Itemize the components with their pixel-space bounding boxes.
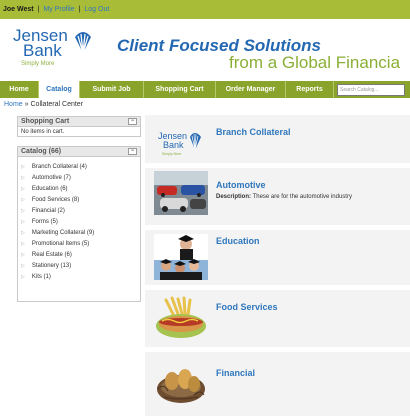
catalog-item-label: Real Estate (6) [31,251,72,258]
site-header: Jensen Bank Simply More Client Focused S… [0,19,410,79]
nest-eggs-photo-thumb[interactable] [154,359,208,405]
chevron-right-icon: ▷ [21,163,25,170]
catalog-title: Catalog (66) [21,148,62,155]
svg-text:Bank: Bank [163,140,184,150]
catalog-item-label: Forms (5) [31,218,58,225]
catalog-item-forms[interactable]: ▷ Forms (5) [18,216,140,227]
category-row-food-services[interactable]: Food Services [145,290,410,347]
chevron-right-icon: ▷ [21,262,25,269]
shopping-cart-header: Shopping Cart − [17,116,141,127]
chevron-right-icon: ▷ [21,196,25,203]
tab-order-manager[interactable]: Order Manager [216,81,286,98]
chevron-right-icon: ▷ [21,273,25,280]
description-text: These are for the automotive industry [252,194,352,200]
collapse-cart-button[interactable]: − [128,118,137,125]
catalog-item-real-estate[interactable]: ▷ Real Estate (6) [18,249,140,260]
breadcrumb: Home » Collateral Center [4,101,83,108]
breadcrumb-home-link[interactable]: Home [4,101,23,108]
category-description: Description: These are for the automotiv… [216,193,376,201]
chevron-right-icon: ▷ [21,207,25,214]
catalog-header: Catalog (66) − [17,146,141,157]
jensen-bank-logo-thumb[interactable]: Jensen Bank Simply More [154,118,208,162]
category-row-branch-collateral[interactable]: Jensen Bank Simply More Branch Collatera… [145,115,410,163]
tab-home[interactable]: Home [0,81,39,98]
user-name: Joe West [3,6,34,13]
catalog-item-label: Education (6) [31,185,68,192]
catalog-item-automotive[interactable]: ▷ Automotive (7) [18,172,140,183]
catalog-item-promotional-items[interactable]: ▷ Promotional Items (5) [18,238,140,249]
chevron-right-icon: ▷ [21,240,25,247]
shopping-cart-title: Shopping Cart [21,118,70,125]
graduates-photo-thumb[interactable] [154,234,208,280]
logout-link[interactable]: Log Out [84,6,109,13]
breadcrumb-current: Collateral Center [30,101,84,108]
description-label: Description: [216,194,252,200]
shopping-cart-panel: Shopping Cart − No items in cart. [17,116,141,137]
user-bar-separator: | [78,6,81,13]
catalog-item-education[interactable]: ▷ Education (6) [18,183,140,194]
chevron-right-icon: ▷ [21,185,25,192]
chevron-right-icon: ▷ [21,251,25,258]
catalog-item-label: Branch Collateral (4) [31,163,87,170]
breadcrumb-separator: » [24,101,29,108]
tab-submit-job[interactable]: Submit Job [80,81,144,98]
cars-photo-thumb[interactable] [154,171,208,215]
logo-tagline: Simply More [21,61,55,67]
category-row-financial[interactable]: Financial [145,352,410,416]
tab-catalog[interactable]: Catalog [39,81,80,98]
logo-text-line2: Bank [23,41,62,60]
category-title[interactable]: Education [216,236,260,246]
category-row-automotive[interactable]: Automotive Description: These are for th… [145,168,410,225]
chevron-right-icon: ▷ [21,174,25,181]
catalog-list: ▷ Branch Collateral (4) ▷ Automotive (7) ▷… [17,157,141,302]
catalog-item-label: Kits (1) [31,273,51,280]
tab-shopping-cart[interactable]: Shopping Cart [144,81,216,98]
catalog-item-label: Automotive (7) [31,174,71,181]
hotdog-photo-thumb[interactable] [154,294,208,342]
catalog-panel: Catalog (66) − ▷ Branch Collateral (4) ▷ A… [17,146,141,302]
category-title[interactable]: Branch Collateral [216,127,291,137]
main-nav: Home Catalog Submit Job Shopping Cart Or… [0,81,410,98]
cart-empty-message: No items in cart. [17,127,141,137]
user-bar-separator: | [37,6,40,13]
catalog-item-branch-collateral[interactable]: ▷ Branch Collateral (4) [18,161,140,172]
chevron-right-icon: ▷ [21,229,25,236]
catalog-item-label: Financial (2) [31,207,65,214]
category-title[interactable]: Financial [216,368,255,378]
catalog-item-marketing-collateral[interactable]: ▷ Marketing Collateral (9) [18,227,140,238]
subheadline: from a Global Financia [229,53,401,72]
catalog-item-financial[interactable]: ▷ Financial (2) [18,205,140,216]
chevron-right-icon: ▷ [21,218,25,225]
category-title[interactable]: Automotive [216,180,266,190]
tab-reports[interactable]: Reports [286,81,334,98]
category-row-education[interactable]: Education [145,230,410,285]
collapse-catalog-button[interactable]: − [128,148,137,155]
my-profile-link[interactable]: My Profile [43,6,74,13]
category-title[interactable]: Food Services [216,302,278,312]
catalog-search-input[interactable]: Search Catalog... [337,83,405,96]
catalog-item-stationery[interactable]: ▷ Stationery (13) [18,260,140,271]
shell-logo-icon [75,32,91,54]
jensen-bank-logo[interactable]: Jensen Bank Simply More [13,27,103,72]
svg-text:Simply More: Simply More [162,152,182,156]
catalog-item-label: Promotional Items (5) [31,240,90,247]
catalog-item-label: Marketing Collateral (9) [31,229,95,236]
catalog-item-food-services[interactable]: ▷ Food Services (8) [18,194,140,205]
user-bar: Joe West | My Profile | Log Out [0,0,410,19]
catalog-item-label: Stationery (13) [31,262,72,269]
catalog-item-kits[interactable]: ▷ Kits (1) [18,271,140,282]
catalog-item-label: Food Services (8) [31,196,80,203]
